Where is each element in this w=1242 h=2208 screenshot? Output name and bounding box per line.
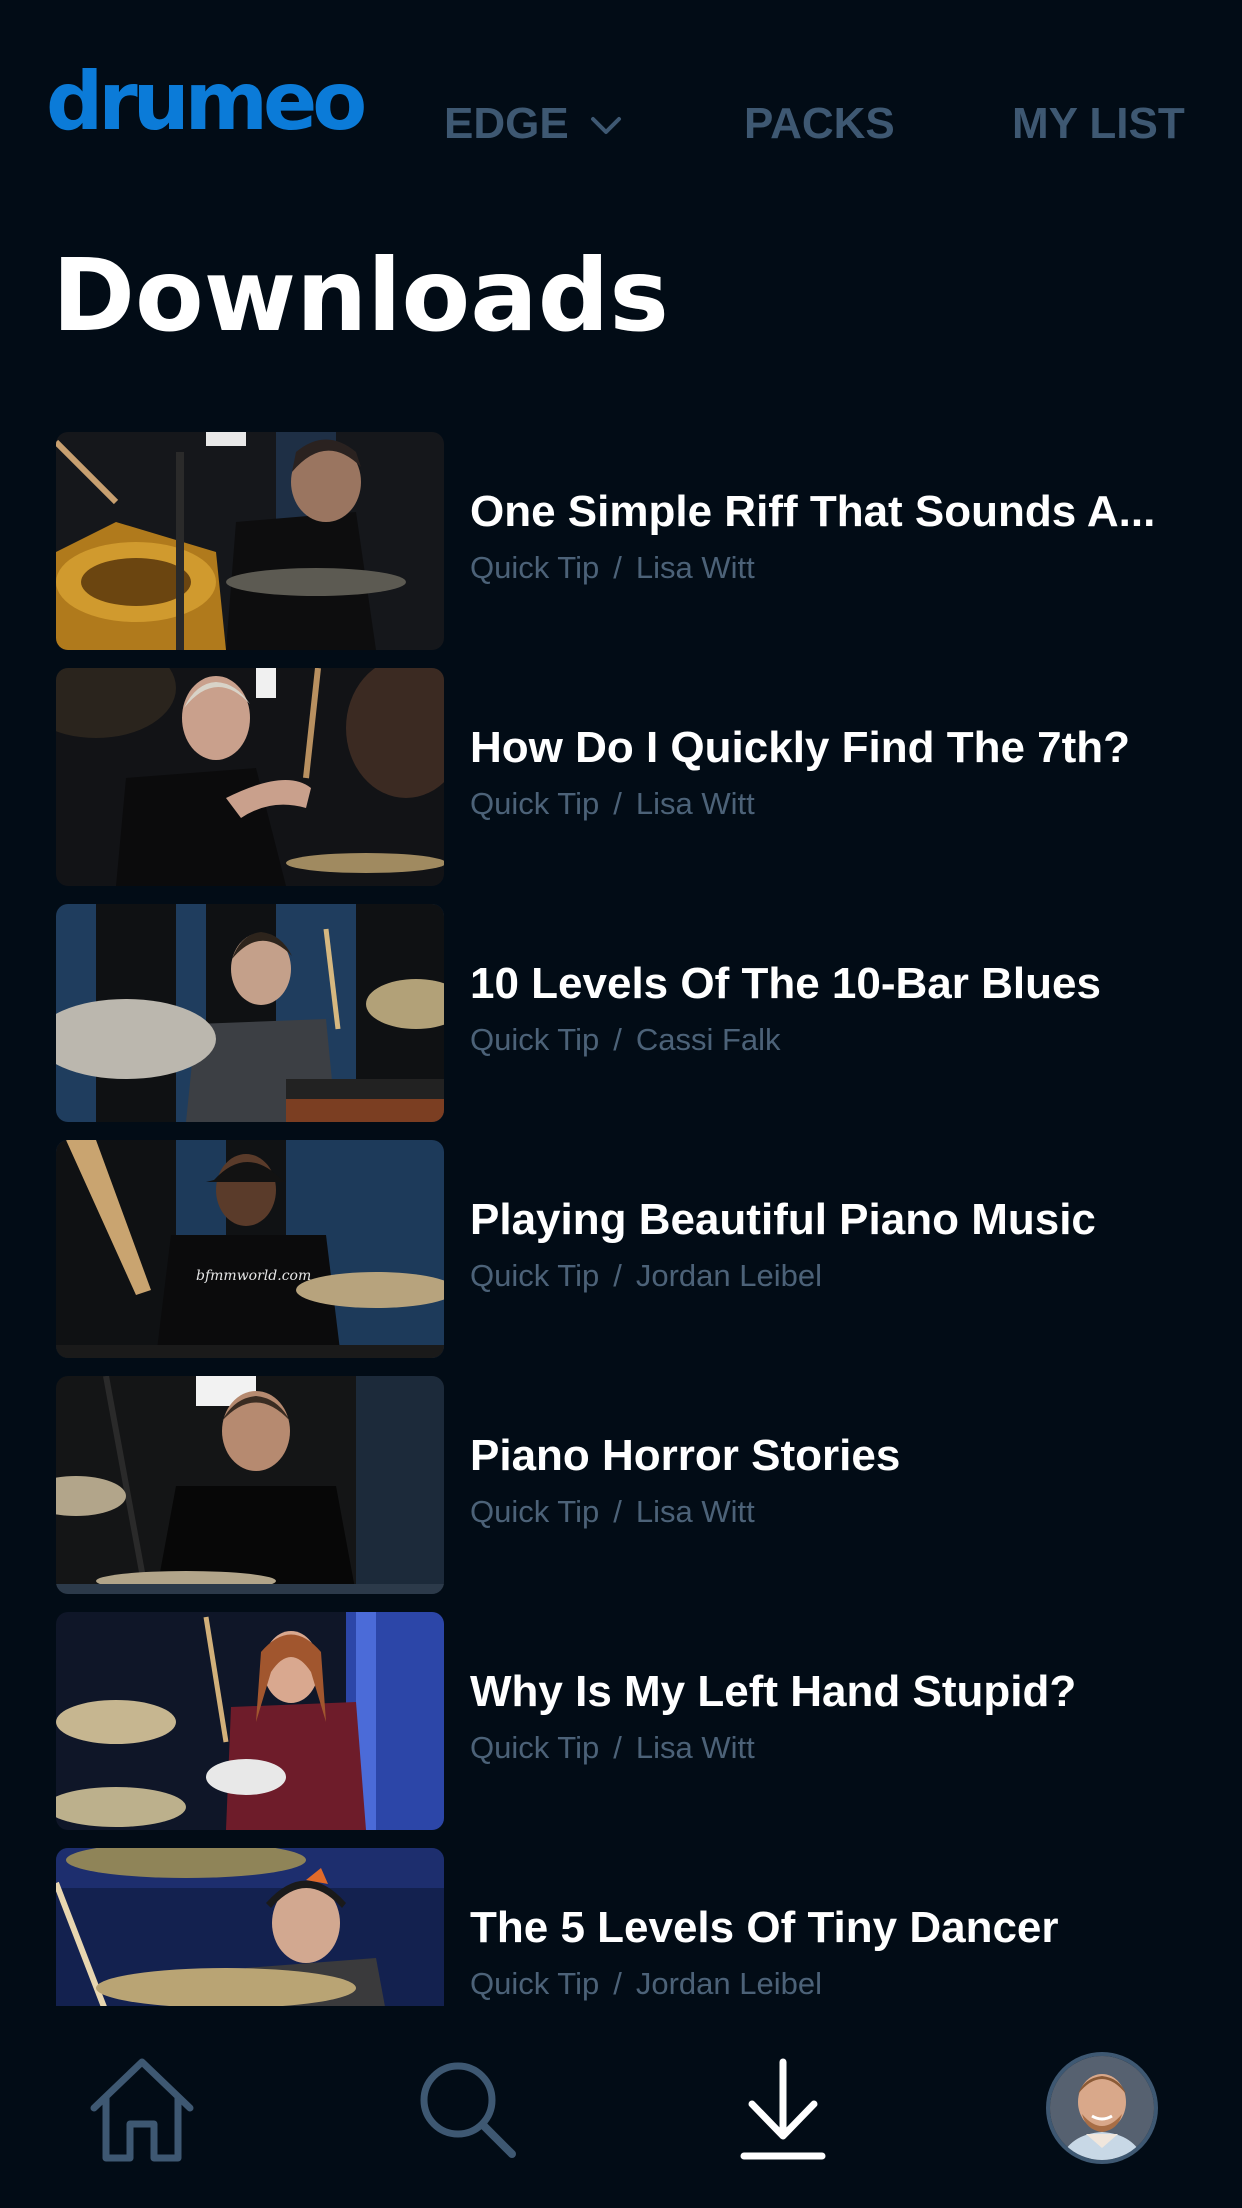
- content-type: Quick Tip: [470, 1494, 600, 1529]
- download-title[interactable]: 10 Levels Of The 10-Bar Blues: [470, 958, 1218, 1010]
- nav-packs[interactable]: PACKS: [744, 102, 895, 146]
- download-item[interactable]: Piano Horror Stories Quick Tip / Lisa Witt: [0, 1374, 1242, 1610]
- lesson-thumbnail[interactable]: bfmmworld.com: [56, 1140, 444, 1358]
- download-meta: Quick Tip / Cassi Falk: [470, 1022, 781, 1058]
- download-item[interactable]: The 5 Levels Of Tiny Dancer Quick Tip / Jo…: [0, 1846, 1242, 2006]
- chevron-down-icon[interactable]: [590, 116, 622, 136]
- lesson-thumbnail[interactable]: [56, 1612, 444, 1830]
- svg-text:bfmmworld.com: bfmmworld.com: [196, 1268, 311, 1284]
- meta-separator: /: [613, 1494, 622, 1529]
- meta-separator: /: [613, 786, 622, 821]
- download-meta: Quick Tip / Lisa Witt: [470, 1494, 755, 1530]
- download-title[interactable]: One Simple Riff That Sounds A...: [470, 486, 1218, 538]
- content-type: Quick Tip: [470, 1022, 600, 1057]
- meta-separator: /: [613, 1022, 622, 1057]
- download-title[interactable]: Piano Horror Stories: [470, 1430, 1218, 1482]
- instructor-name: Lisa Witt: [635, 786, 755, 821]
- lesson-thumbnail[interactable]: [56, 1848, 444, 2006]
- download-title[interactable]: Why Is My Left Hand Stupid?: [470, 1666, 1218, 1718]
- downloads-list[interactable]: One Simple Riff That Sounds A... Quick T…: [0, 430, 1242, 2006]
- instructor-name: Jordan Leibel: [635, 1258, 822, 1293]
- meta-separator: /: [613, 1730, 622, 1765]
- lesson-thumbnail[interactable]: [56, 432, 444, 650]
- download-meta: Quick Tip / Lisa Witt: [470, 786, 755, 822]
- instructor-name: Jordan Leibel: [635, 1966, 822, 2001]
- lesson-thumbnail[interactable]: [56, 1376, 444, 1594]
- nav-edge[interactable]: EDGE: [444, 102, 569, 146]
- page-title: Downloads: [52, 237, 669, 354]
- nav-my-list[interactable]: MY LIST: [1012, 102, 1185, 146]
- drumeo-logo[interactable]: drumeo: [46, 62, 367, 142]
- download-title[interactable]: How Do I Quickly Find The 7th?: [470, 722, 1218, 774]
- instructor-name: Lisa Witt: [635, 550, 755, 585]
- download-item[interactable]: 10 Levels Of The 10-Bar Blues Quick Tip /…: [0, 902, 1242, 1138]
- download-meta: Quick Tip / Lisa Witt: [470, 550, 755, 586]
- profile-avatar[interactable]: [1046, 2052, 1158, 2164]
- content-type: Quick Tip: [470, 550, 600, 585]
- download-item[interactable]: bfmmworld.com Playing Beautiful Piano Mu…: [0, 1138, 1242, 1374]
- download-item[interactable]: How Do I Quickly Find The 7th? Quick Tip…: [0, 666, 1242, 902]
- download-icon[interactable]: [740, 2058, 826, 2162]
- download-title[interactable]: Playing Beautiful Piano Music: [470, 1194, 1218, 1246]
- instructor-name: Lisa Witt: [635, 1494, 755, 1529]
- download-meta: Quick Tip / Jordan Leibel: [470, 1258, 822, 1294]
- meta-separator: /: [613, 1966, 622, 2001]
- search-icon[interactable]: [418, 2060, 518, 2160]
- home-icon[interactable]: [86, 2056, 198, 2164]
- content-type: Quick Tip: [470, 1966, 600, 2001]
- top-header: drumeo EDGE PACKS MY LIST: [0, 0, 1242, 200]
- content-type: Quick Tip: [470, 1258, 600, 1293]
- content-type: Quick Tip: [470, 786, 600, 821]
- content-type: Quick Tip: [470, 1730, 600, 1765]
- download-meta: Quick Tip / Lisa Witt: [470, 1730, 755, 1766]
- instructor-name: Cassi Falk: [635, 1022, 781, 1057]
- download-meta: Quick Tip / Jordan Leibel: [470, 1966, 822, 2002]
- lesson-thumbnail[interactable]: [56, 904, 444, 1122]
- meta-separator: /: [613, 1258, 622, 1293]
- download-title[interactable]: The 5 Levels Of Tiny Dancer: [470, 1902, 1218, 1954]
- download-item[interactable]: One Simple Riff That Sounds A... Quick T…: [0, 430, 1242, 666]
- bottom-tab-bar: [0, 2006, 1242, 2208]
- meta-separator: /: [613, 550, 622, 585]
- instructor-name: Lisa Witt: [635, 1730, 755, 1765]
- lesson-thumbnail[interactable]: [56, 668, 444, 886]
- download-item[interactable]: Why Is My Left Hand Stupid? Quick Tip / Li…: [0, 1610, 1242, 1846]
